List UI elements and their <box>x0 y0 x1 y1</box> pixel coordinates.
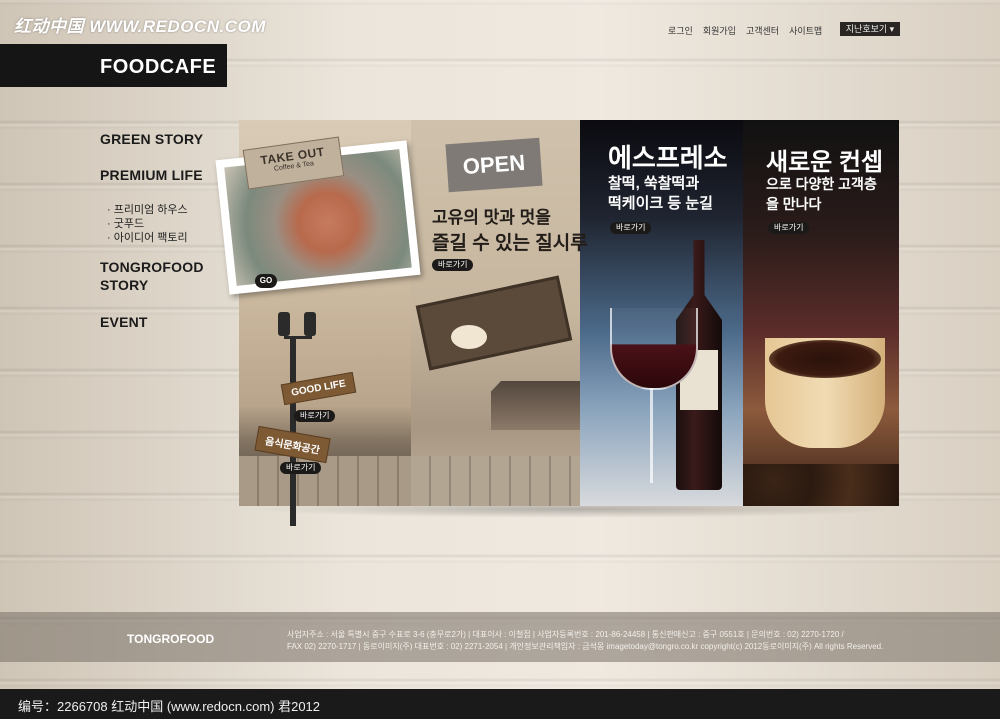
footer-brand: TONGROFOOD <box>127 632 215 646</box>
espresso-title: 에스프레소 <box>608 143 728 173</box>
footer-info-line2: FAX 02) 2270-1717 | 동로이미지(주) 대표번호 : 02) … <box>287 642 884 651</box>
street-lamp-left <box>278 312 290 336</box>
menu-tongrofood-story[interactable]: TONGROFOOD STORY <box>100 259 204 293</box>
nav-join[interactable]: 회원가입 <box>703 24 736 37</box>
submenu-idea-factory[interactable]: · 아이디어 팩토리 <box>107 229 188 245</box>
menu-tongrofood-line1: TONGROFOOD <box>100 259 204 275</box>
top-nav: 로그인 회원가입 고객센터 사이트맵 <box>668 24 822 37</box>
nav-customer-center[interactable]: 고객센터 <box>746 24 779 37</box>
food-culture-button[interactable]: 바로가기 <box>280 462 322 474</box>
new-concept-title: 새로운 컨셉 <box>766 149 884 176</box>
bowl-image <box>451 325 487 349</box>
stone-wall <box>411 456 580 506</box>
palace-image <box>491 381 580 430</box>
new-concept-line1: 으로 다양한 고객층 <box>766 176 877 192</box>
jilsiru-title-line1: 고유의 맛과 멋을 <box>432 208 551 227</box>
footer-info: 사업자주소 : 서울 특별시 중구 수표로 3-6 (충무로2가) | 대표이사… <box>287 629 887 653</box>
go-button[interactable]: GO <box>255 274 277 288</box>
coffee-beans-image <box>743 464 899 506</box>
bottom-caption: 编号：2266708 红动中国 (www.redocn.com) 君2012 <box>18 699 321 714</box>
coffee-surface <box>769 340 881 378</box>
wine-glass-image <box>610 308 698 390</box>
espresso-button[interactable]: 바로가기 <box>610 222 652 234</box>
tray-image <box>415 275 573 371</box>
espresso-line2: 떡케이크 등 눈길 <box>608 195 713 212</box>
nav-login[interactable]: 로그인 <box>668 24 693 37</box>
menu-green-story[interactable]: GREEN STORY <box>100 131 203 147</box>
espresso-line1: 찰떡, 쑥찰떡과 <box>608 175 700 192</box>
open-sign: OPEN <box>445 137 543 193</box>
good-life-button[interactable]: 바로가기 <box>294 410 336 422</box>
jilsiru-title-line2: 즐길 수 있는 질시루 <box>432 233 588 254</box>
family-site-dropdown[interactable]: 지난호보기 ▾ <box>840 22 900 36</box>
lamp-arm <box>284 336 312 339</box>
watermark: 红动中国 WWW.REDOCN.COM <box>14 17 266 36</box>
menu-premium-life[interactable]: PREMIUM LIFE <box>100 167 203 183</box>
nav-sitemap[interactable]: 사이트맵 <box>789 24 822 37</box>
street-lamp-right <box>304 312 316 336</box>
jilsiru-button[interactable]: 바로가기 <box>432 259 474 271</box>
logo[interactable]: FOODCAFE <box>100 56 216 79</box>
new-concept-button[interactable]: 바로가기 <box>768 222 810 234</box>
footer-info-line1: 사업자주소 : 서울 특별시 중구 수표로 3-6 (충무로2가) | 대표이사… <box>287 630 844 639</box>
menu-event[interactable]: EVENT <box>100 314 148 330</box>
stone-wall <box>239 456 411 506</box>
glass-stem <box>650 388 653 483</box>
new-concept-line2: 을 만나다 <box>766 196 822 212</box>
menu-tongrofood-line2: STORY <box>100 277 149 293</box>
